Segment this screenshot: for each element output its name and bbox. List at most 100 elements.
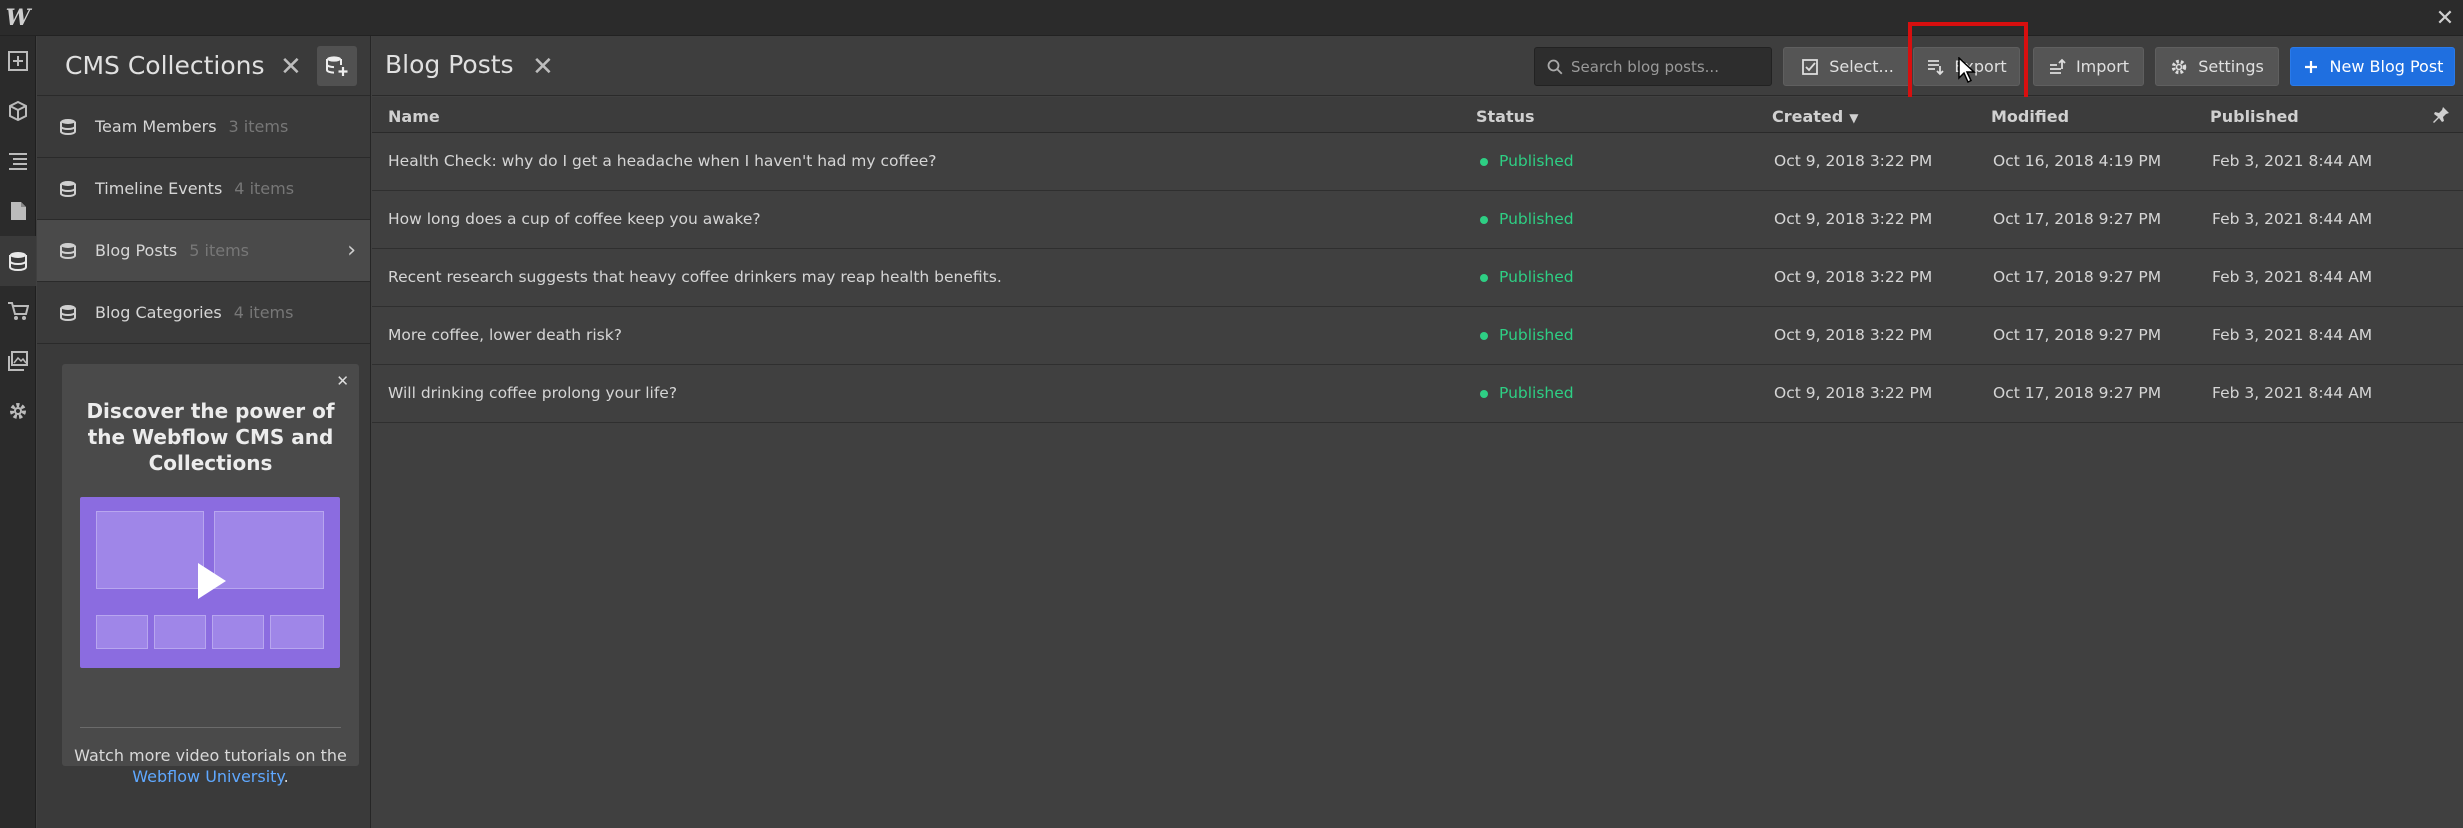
- settings-button[interactable]: Settings: [2155, 47, 2279, 86]
- pages-icon[interactable]: [0, 186, 36, 236]
- ecommerce-cart-icon[interactable]: [0, 286, 36, 336]
- modified-date: Oct 17, 2018 9:27 PM: [1993, 326, 2162, 344]
- created-date: Oct 9, 2018 3:22 PM: [1774, 210, 1933, 228]
- settings-button-label: Settings: [2198, 57, 2264, 76]
- new-blog-post-button[interactable]: New Blog Post: [2290, 47, 2455, 86]
- created-date: Oct 9, 2018 3:22 PM: [1774, 384, 1933, 402]
- post-name: How long does a cup of coffee keep you a…: [388, 210, 761, 228]
- status-dot: [1480, 216, 1488, 224]
- status-badge: Published: [1499, 326, 1574, 344]
- published-date: Feb 3, 2021 8:44 AM: [2212, 210, 2373, 228]
- search-box[interactable]: [1534, 47, 1772, 86]
- webflow-university-link[interactable]: Webflow University: [132, 767, 283, 786]
- column-header-status[interactable]: Status: [1476, 107, 1535, 126]
- post-name: Will drinking coffee prolong your life?: [388, 384, 678, 402]
- modified-date: Oct 17, 2018 9:27 PM: [1993, 268, 2162, 286]
- collection-count: 4 items: [234, 179, 295, 198]
- published-date: Feb 3, 2021 8:44 AM: [2212, 152, 2373, 170]
- select-button-label: Select...: [1829, 57, 1894, 76]
- collection-item-team-members[interactable]: Team Members 3 items: [37, 96, 370, 158]
- collection-name: Blog Categories: [95, 303, 222, 322]
- column-header-modified[interactable]: Modified: [1991, 107, 2069, 126]
- collections-title: CMS Collections: [65, 51, 265, 80]
- play-icon[interactable]: [194, 561, 228, 601]
- created-date: Oct 9, 2018 3:22 PM: [1774, 152, 1933, 170]
- tutorial-video-thumbnail[interactable]: [80, 497, 340, 668]
- select-button[interactable]: Select...: [1783, 47, 1912, 86]
- collection-item-timeline-events[interactable]: Timeline Events 4 items: [37, 158, 370, 220]
- collection-name: Blog Posts: [95, 241, 178, 260]
- close-designer-button[interactable]: ✕: [2427, 0, 2463, 36]
- cms-database-icon[interactable]: [0, 236, 36, 286]
- published-date: Feb 3, 2021 8:44 AM: [2212, 326, 2373, 344]
- modified-date: Oct 17, 2018 9:27 PM: [1993, 210, 2162, 228]
- assets-icon[interactable]: [0, 336, 36, 386]
- gear-icon: [2171, 59, 2187, 74]
- table-row[interactable]: How long does a cup of coffee keep you a…: [372, 191, 2463, 249]
- status-dot: [1480, 158, 1488, 166]
- table-row[interactable]: Will drinking coffee prolong your life? …: [372, 365, 2463, 423]
- page-title: Blog Posts: [385, 50, 514, 79]
- collection-item-blog-posts[interactable]: Blog Posts 5 items ›: [37, 220, 370, 282]
- column-header-name[interactable]: Name: [388, 107, 440, 126]
- promo-text: Watch more video tutorials on the: [74, 746, 347, 765]
- table-header: Name Status Created ▼ Modified Published: [372, 97, 2463, 133]
- post-name: Recent research suggests that heavy coff…: [388, 268, 1002, 286]
- close-promo-button[interactable]: ✕: [336, 372, 349, 390]
- table-row[interactable]: More coffee, lower death risk? Published…: [372, 307, 2463, 365]
- settings-gear-icon[interactable]: [0, 386, 36, 436]
- post-name: Health Check: why do I get a headache wh…: [388, 152, 937, 170]
- status-dot: [1480, 332, 1488, 340]
- import-button[interactable]: Import: [2033, 47, 2144, 86]
- import-button-label: Import: [2075, 57, 2130, 76]
- modified-date: Oct 16, 2018 4:19 PM: [1993, 152, 2162, 170]
- created-label: Created: [1772, 107, 1844, 126]
- search-input[interactable]: [1571, 57, 1761, 76]
- status-badge: Published: [1499, 268, 1574, 286]
- table-row[interactable]: Health Check: why do I get a headache wh…: [372, 133, 2463, 191]
- import-icon: [2049, 58, 2066, 74]
- database-icon: [60, 242, 76, 259]
- column-header-published[interactable]: Published: [2210, 107, 2299, 126]
- blog-posts-panel: Blog Posts ✕ Select... Export Import Set…: [372, 22, 2463, 828]
- database-icon: [60, 180, 76, 197]
- created-date: Oct 9, 2018 3:22 PM: [1774, 268, 1933, 286]
- navigator-icon[interactable]: [0, 136, 36, 186]
- created-date: Oct 9, 2018 3:22 PM: [1774, 326, 1933, 344]
- published-date: Feb 3, 2021 8:44 AM: [2212, 268, 2373, 286]
- cms-tutorial-promo: ✕ Discover the power of the Webflow CMS …: [62, 364, 359, 786]
- collection-name: Team Members: [95, 117, 217, 136]
- collection-item-blog-categories[interactable]: Blog Categories 4 items: [37, 282, 370, 344]
- promo-divider: [80, 727, 341, 728]
- status-badge: Published: [1499, 152, 1574, 170]
- symbols-icon[interactable]: [0, 86, 36, 136]
- status-dot: [1480, 274, 1488, 282]
- close-blog-posts-button[interactable]: ✕: [532, 52, 554, 82]
- mouse-cursor-icon: [1958, 57, 1976, 83]
- collection-count: 3 items: [228, 117, 289, 136]
- post-name: More coffee, lower death risk?: [388, 326, 622, 344]
- left-toolbar: [0, 36, 36, 828]
- sort-desc-icon: ▼: [1849, 111, 1859, 125]
- database-icon: [60, 118, 76, 135]
- add-elements-icon[interactable]: [0, 36, 36, 86]
- promo-description: Watch more video tutorials on the Webflo…: [72, 745, 349, 787]
- export-icon: [1928, 59, 1944, 75]
- close-collections-button[interactable]: ✕: [280, 52, 302, 82]
- add-collection-button[interactable]: [317, 46, 357, 86]
- status-dot: [1480, 390, 1488, 398]
- database-icon: [60, 304, 76, 321]
- chevron-right-icon: ›: [347, 238, 356, 263]
- add-collection-icon: [326, 56, 348, 76]
- webflow-logo[interactable]: W: [0, 0, 36, 36]
- blog-posts-header: Blog Posts ✕ Select... Export Import Set…: [372, 36, 2463, 96]
- checkbox-icon: [1802, 58, 1819, 75]
- table-row[interactable]: Recent research suggests that heavy coff…: [372, 249, 2463, 307]
- status-badge: Published: [1499, 384, 1574, 402]
- column-header-created[interactable]: Created ▼: [1772, 107, 1858, 126]
- collections-header: CMS Collections ✕: [37, 36, 370, 96]
- pin-icon[interactable]: [2431, 105, 2451, 125]
- search-icon: [1547, 59, 1563, 74]
- promo-text-end: .: [283, 767, 289, 786]
- webflow-cms-window: W ✕ CMS Collections ✕ Team Members 3 ite…: [0, 0, 2463, 828]
